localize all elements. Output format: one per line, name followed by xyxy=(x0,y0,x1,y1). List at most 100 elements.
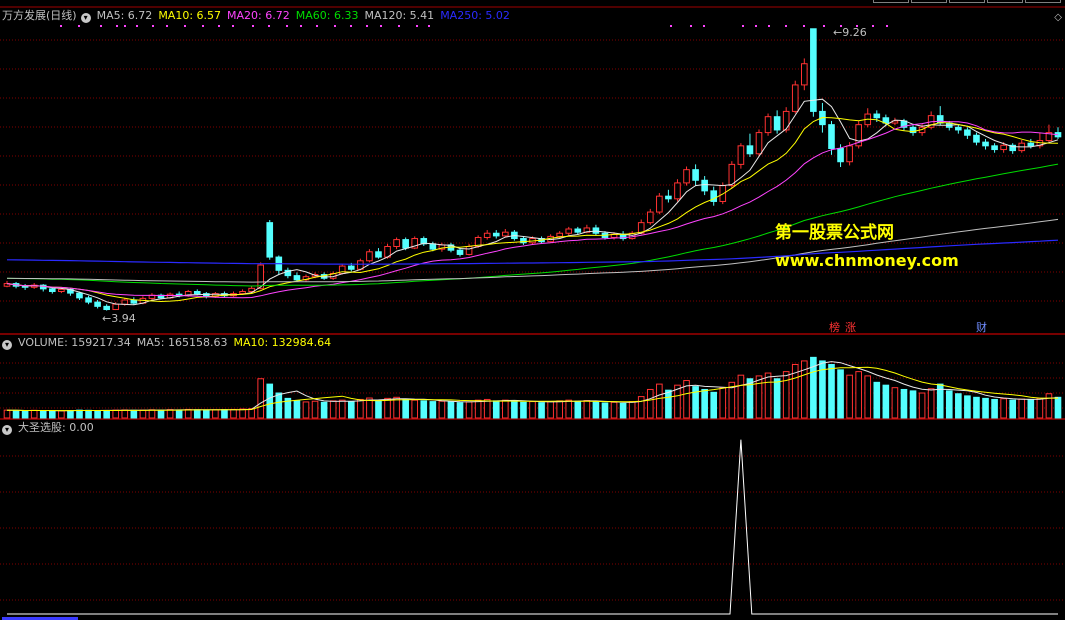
watermark-title: 第一股票公式网 xyxy=(775,223,894,243)
candle-body xyxy=(402,239,409,249)
volume-bar xyxy=(239,408,246,419)
ma-legend: MA5: 6.72 MA10: 6.57 MA20: 6.72 MA60: 6.33 M… xyxy=(97,9,516,22)
volume-bar xyxy=(529,401,536,419)
volume-bar xyxy=(438,400,446,419)
volume-bar xyxy=(76,409,83,419)
stock-title[interactable]: 万方发展(日线) xyxy=(2,9,77,22)
volume-bar xyxy=(30,409,38,419)
volume-bar xyxy=(184,408,192,419)
volume-legend-item: MA5: 165158.63 xyxy=(136,336,228,349)
volume-bar xyxy=(357,398,364,419)
volume-bar xyxy=(701,388,708,419)
volume-bar xyxy=(782,371,790,419)
candle-body xyxy=(773,116,781,131)
volume-bar xyxy=(574,400,582,419)
volume-bar xyxy=(755,375,763,419)
volume-bar xyxy=(157,409,165,419)
volume-bar xyxy=(166,409,174,419)
candle-body xyxy=(846,145,853,163)
volume-bar xyxy=(402,398,409,419)
volume-bar xyxy=(320,401,328,419)
volume-bar xyxy=(547,401,554,419)
candle-body xyxy=(492,232,500,237)
candle-body xyxy=(565,228,573,234)
volume-bar xyxy=(628,401,636,419)
signal-dots xyxy=(60,25,888,27)
volume-bar xyxy=(855,371,862,419)
candle-body xyxy=(646,211,654,224)
ma-legend-item: MA10: 6.57 xyxy=(158,9,222,22)
volume-bar xyxy=(502,399,509,419)
signal-dot xyxy=(166,25,168,27)
event-tag-rank[interactable]: 榜 xyxy=(829,319,840,335)
candle-body xyxy=(828,124,835,149)
volume-bar xyxy=(94,410,101,419)
volume-bar xyxy=(909,390,917,419)
volume-bar xyxy=(656,383,663,419)
signal-dot xyxy=(366,25,368,27)
volume-bar xyxy=(837,369,844,419)
signal-dot xyxy=(136,25,138,27)
settings-circle-icon[interactable]: ▾ xyxy=(80,13,91,23)
indicator-settings-circle-icon[interactable]: ▾ xyxy=(2,425,12,435)
volume-bar xyxy=(483,398,491,419)
volume-bar xyxy=(492,400,500,419)
candle-body xyxy=(58,288,65,293)
volume-bar xyxy=(945,390,953,419)
signal-dot xyxy=(116,25,118,27)
signal-dot xyxy=(218,25,220,27)
ma-legend-item: MA120: 5.41 xyxy=(364,9,435,22)
chart-canvas[interactable] xyxy=(0,0,1065,620)
candle-body xyxy=(791,84,799,112)
volume-bars xyxy=(3,356,1062,419)
candle-body xyxy=(692,169,699,181)
volume-bar xyxy=(302,401,310,419)
volume-bar xyxy=(556,400,563,419)
volume-bar xyxy=(538,402,545,419)
signal-dot xyxy=(785,25,787,27)
volume-bar xyxy=(248,408,255,419)
volume-bar xyxy=(293,400,301,419)
ma-legend-item: MA20: 6.72 xyxy=(227,9,290,22)
signal-dot xyxy=(416,25,418,27)
volume-bar xyxy=(1027,398,1035,419)
candle-body xyxy=(991,145,998,151)
volume-bar xyxy=(764,372,772,419)
signal-dot xyxy=(742,25,744,27)
event-tag-finance[interactable]: 财 xyxy=(976,319,987,335)
volume-bar xyxy=(311,400,319,419)
volume-bar xyxy=(710,391,718,419)
volume-bar xyxy=(828,363,835,419)
volume-legend-item: VOLUME: 159217.34 xyxy=(18,336,131,349)
candle-body xyxy=(121,299,129,305)
signal-dot xyxy=(100,25,102,27)
volume-bar xyxy=(973,396,980,419)
candle-body xyxy=(293,275,301,281)
volume-bar xyxy=(474,399,482,419)
low-price-label: ←3.94 xyxy=(102,312,136,325)
volume-bar xyxy=(139,409,147,419)
volume-bar xyxy=(465,401,473,419)
signal-dot xyxy=(872,25,874,27)
volume-bar xyxy=(338,399,346,419)
signal-dot xyxy=(316,25,318,27)
candle-body xyxy=(674,182,681,200)
candle-body xyxy=(701,179,708,192)
candle-body xyxy=(574,228,582,233)
volume-settings-circle-icon[interactable]: ▾ xyxy=(2,340,12,350)
volume-bar xyxy=(511,400,518,419)
volume-bar xyxy=(882,384,890,419)
volume-bar xyxy=(3,409,11,419)
volume-bar xyxy=(221,409,228,419)
candle-body xyxy=(366,251,373,262)
candle-body xyxy=(48,288,56,293)
candle-body xyxy=(375,251,382,258)
indicator-title[interactable]: 大圣选股 xyxy=(18,421,62,434)
volume-panel-header: ▾ VOLUME: 159217.34 MA5: 165158.63 MA10: 13… xyxy=(2,336,337,350)
signal-dot xyxy=(886,25,888,27)
volume-bar xyxy=(1054,396,1062,419)
event-tag-limit-up[interactable]: 涨 xyxy=(845,319,856,335)
volume-bar xyxy=(48,410,56,419)
candle-body xyxy=(193,291,201,295)
signal-dot xyxy=(398,25,400,27)
